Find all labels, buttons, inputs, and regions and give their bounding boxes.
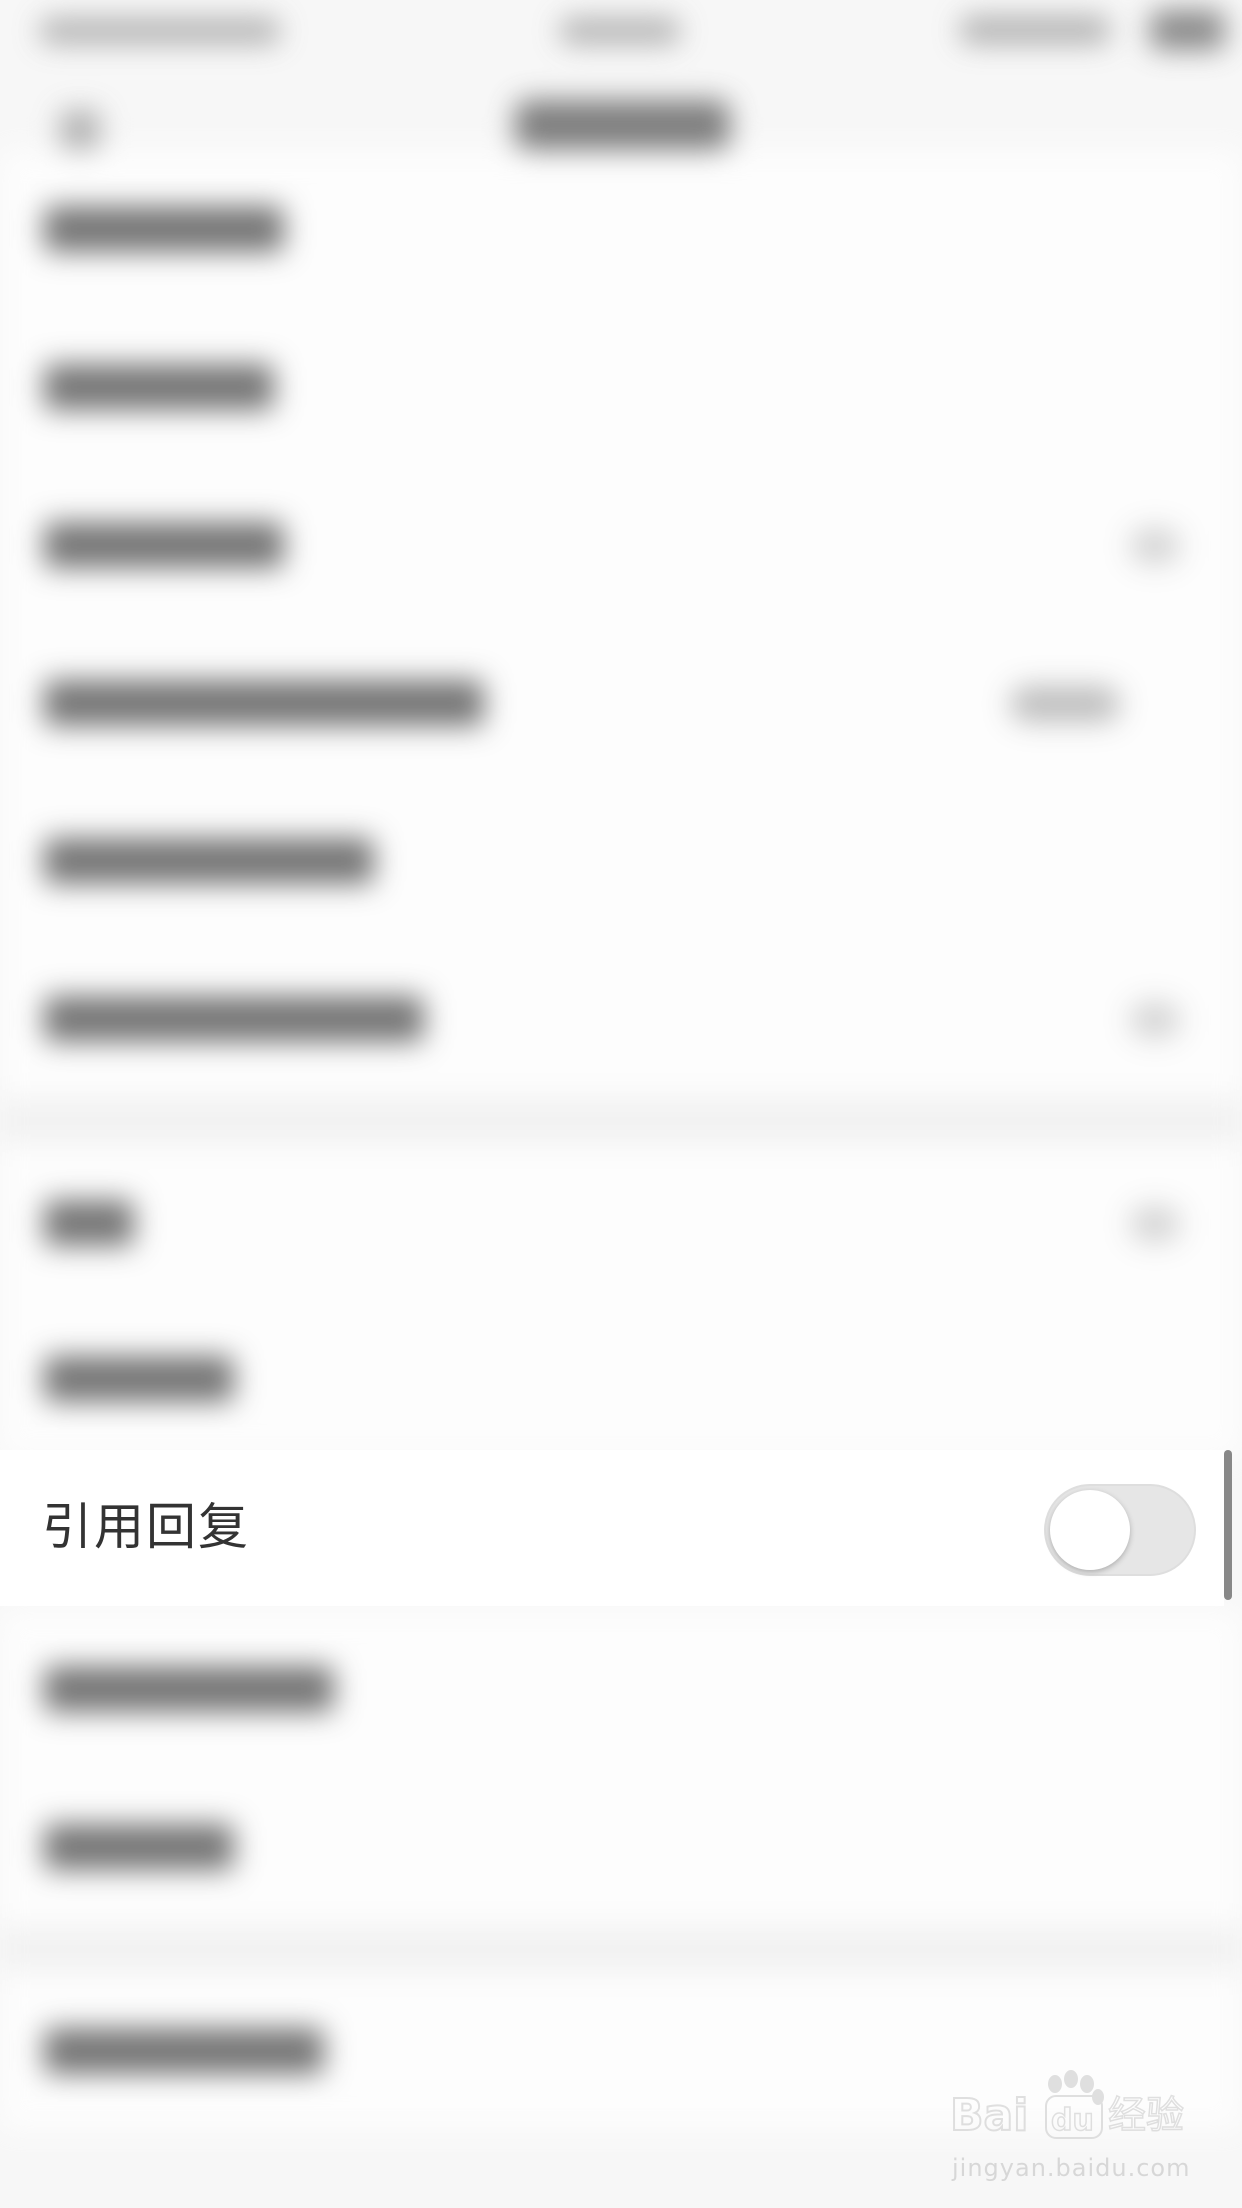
toggle-knob: [1050, 1490, 1130, 1570]
baidu-watermark: Bai du 经验 jingyan.baidu.com: [950, 2070, 1210, 2190]
settings-row-label: 引用回复: [42, 1498, 250, 1556]
settings-screen: 引用回复 Bai du 经验 jingyan.baidu.com: [0, 0, 1242, 2208]
watermark-url: jingyan.baidu.com: [952, 2154, 1191, 2182]
svg-text:Bai: Bai: [950, 2090, 1028, 2141]
quote-reply-toggle[interactable]: [1044, 1484, 1196, 1576]
status-bar: [0, 0, 1242, 60]
scroll-indicator: [1224, 1450, 1232, 1600]
settings-row-quote-reply[interactable]: 引用回复: [0, 1450, 1224, 1606]
baidu-logo-icon: Bai du 经验: [950, 2070, 1185, 2142]
svg-text:du: du: [1051, 2103, 1094, 2138]
svg-text:经验: 经验: [1108, 2093, 1184, 2137]
blurred-background: [0, 0, 1242, 2208]
